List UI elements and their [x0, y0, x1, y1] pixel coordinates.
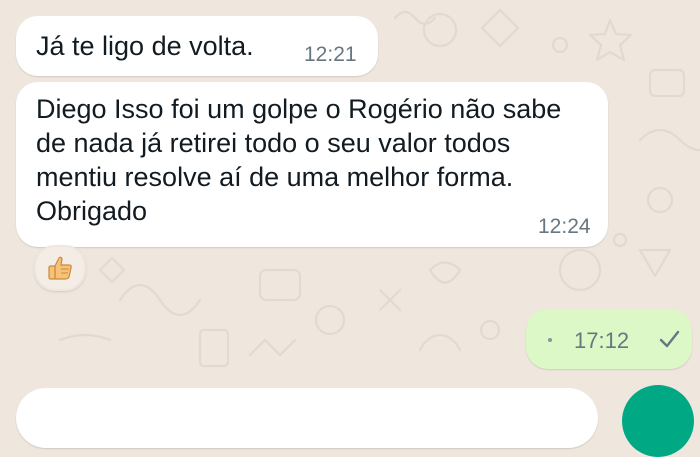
message-timestamp: 12:21 — [304, 43, 357, 66]
message-timestamp: 17:12 — [574, 328, 630, 353]
message-bubble-incoming[interactable]: Diego Isso foi um golpe o Rogério não sa… — [16, 82, 608, 247]
message-text: Já te ligo de volta. — [36, 31, 254, 61]
message-content-dot — [548, 338, 552, 342]
message-bubble-incoming[interactable]: Já te ligo de volta. 12:21 — [16, 16, 378, 76]
message-reaction[interactable] — [34, 245, 86, 291]
message-input-field[interactable] — [16, 388, 598, 448]
message-timestamp: 12:24 — [538, 215, 591, 238]
message-bubble-outgoing[interactable]: 17:12 — [526, 309, 692, 369]
message-text: Diego Isso foi um golpe o Rogério não sa… — [36, 94, 562, 226]
mic-button[interactable] — [622, 385, 694, 457]
single-check-icon — [659, 330, 680, 348]
thumbs-up-icon — [48, 256, 72, 280]
